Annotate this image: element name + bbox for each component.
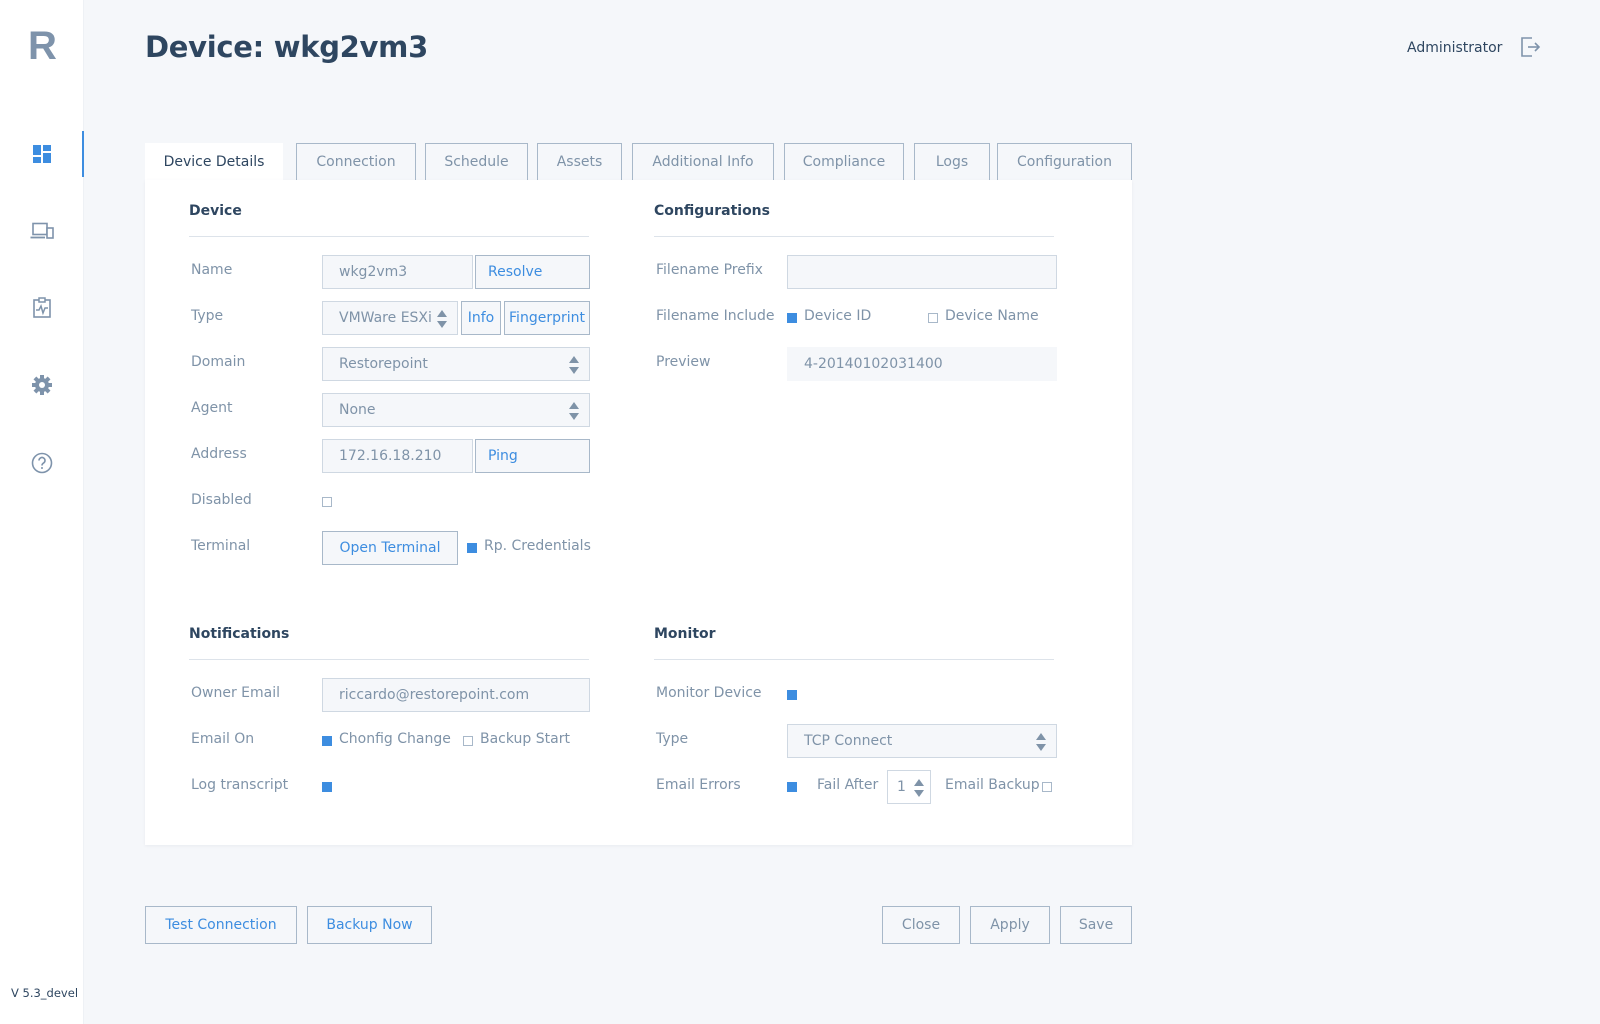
agent-select-value: None — [339, 402, 376, 418]
fail-after-value: 1 — [897, 779, 906, 795]
name-input[interactable] — [322, 255, 473, 289]
user-name[interactable]: Administrator — [1407, 40, 1502, 56]
monitor-type-select-value: TCP Connect — [804, 733, 893, 749]
email-on-label: Email On — [191, 731, 255, 747]
resolve-button[interactable]: Resolve — [475, 255, 590, 289]
tab-logs[interactable]: Logs — [914, 143, 990, 181]
monitor-type-label: Type — [656, 731, 689, 747]
device-name-label: Device Name — [945, 308, 1039, 324]
email-errors-label: Email Errors — [656, 777, 741, 793]
info-button[interactable]: Info — [461, 301, 501, 335]
preview-value: 4-20140102031400 — [787, 347, 1057, 381]
close-button[interactable]: Close — [882, 906, 960, 944]
agent-select[interactable]: None — [322, 393, 590, 427]
version-label: V 5.3_devel — [11, 986, 79, 1000]
select-arrows-icon — [437, 310, 447, 328]
type-select-value: VMWare ESXi — [339, 310, 432, 326]
monitor-section-title: Monitor — [654, 626, 716, 642]
fail-after-stepper[interactable]: 1 — [887, 770, 931, 804]
log-transcript-checkbox[interactable] — [322, 782, 332, 792]
sidebar-item-dashboard[interactable] — [0, 131, 84, 177]
monitor-device-checkbox[interactable] — [787, 690, 797, 700]
app-logo: R — [28, 24, 57, 68]
help-icon — [31, 452, 53, 474]
device-name-checkbox[interactable] — [928, 313, 938, 323]
address-label: Address — [191, 446, 247, 462]
tab-connection[interactable]: Connection — [296, 143, 416, 181]
sidebar: R V 5.3_devel — [0, 0, 84, 1024]
name-label: Name — [191, 262, 233, 278]
device-section-title: Device — [189, 203, 242, 219]
gear-icon — [31, 374, 53, 396]
terminal-label: Terminal — [191, 538, 251, 554]
filename-include-label: Filename Include — [656, 308, 775, 324]
reports-icon — [32, 297, 52, 319]
ping-button[interactable]: Ping — [475, 439, 590, 473]
config-change-label: Chonfig Change — [339, 731, 451, 747]
device-details-panel: Device Name Resolve Type VMWare ESXi Inf… — [145, 180, 1132, 845]
tab-device-details[interactable]: Device Details — [145, 143, 283, 181]
logout-icon[interactable] — [1520, 36, 1542, 62]
fail-after-label: Fail After — [817, 777, 879, 793]
rp-credentials-label: Rp. Credentials — [484, 538, 591, 554]
owner-email-label: Owner Email — [191, 685, 281, 701]
tab-assets[interactable]: Assets — [537, 143, 622, 181]
disabled-label: Disabled — [191, 492, 252, 508]
configurations-divider — [654, 236, 1054, 237]
notifications-section-title: Notifications — [189, 626, 290, 642]
tab-schedule[interactable]: Schedule — [425, 143, 528, 181]
open-terminal-button[interactable]: Open Terminal — [322, 531, 458, 565]
apply-button[interactable]: Apply — [970, 906, 1050, 944]
monitor-type-select[interactable]: TCP Connect — [787, 724, 1057, 758]
fingerprint-button[interactable]: Fingerprint — [504, 301, 590, 335]
backup-start-checkbox[interactable] — [463, 736, 473, 746]
tab-compliance[interactable]: Compliance — [784, 143, 904, 181]
config-change-checkbox[interactable] — [322, 736, 332, 746]
sidebar-item-reports[interactable] — [0, 285, 84, 331]
domain-select[interactable]: Restorepoint — [322, 347, 590, 381]
select-arrows-icon — [569, 402, 579, 420]
monitor-divider — [654, 659, 1054, 660]
save-button[interactable]: Save — [1060, 906, 1132, 944]
device-divider — [189, 236, 589, 237]
email-backup-label: Email Backup — [945, 777, 1040, 793]
device-id-checkbox[interactable] — [787, 313, 797, 323]
devices-icon — [30, 222, 54, 240]
type-select[interactable]: VMWare ESXi — [322, 301, 458, 335]
log-transcript-label: Log transcript — [191, 777, 289, 793]
monitor-device-label: Monitor Device — [656, 685, 762, 701]
domain-label: Domain — [191, 354, 246, 370]
filename-prefix-label: Filename Prefix — [656, 262, 763, 278]
address-input[interactable] — [322, 439, 473, 473]
test-connection-button[interactable]: Test Connection — [145, 906, 297, 944]
notifications-divider — [189, 659, 589, 660]
device-id-label: Device ID — [804, 308, 872, 324]
stepper-arrows-icon — [914, 779, 924, 797]
sidebar-item-help[interactable] — [0, 440, 84, 486]
sidebar-item-settings[interactable] — [0, 362, 84, 408]
dashboard-icon — [32, 144, 52, 164]
disabled-checkbox[interactable] — [322, 497, 332, 507]
configurations-section-title: Configurations — [654, 203, 770, 219]
owner-email-input[interactable] — [322, 678, 590, 712]
agent-label: Agent — [191, 400, 233, 416]
select-arrows-icon — [1036, 733, 1046, 751]
filename-prefix-input[interactable] — [787, 255, 1057, 289]
sidebar-item-devices[interactable] — [0, 208, 84, 254]
tab-additional-info[interactable]: Additional Info — [632, 143, 774, 181]
backup-start-label: Backup Start — [480, 731, 570, 747]
select-arrows-icon — [569, 356, 579, 374]
tab-configuration[interactable]: Configuration — [997, 143, 1132, 181]
backup-now-button[interactable]: Backup Now — [307, 906, 432, 944]
domain-select-value: Restorepoint — [339, 356, 428, 372]
email-errors-checkbox[interactable] — [787, 782, 797, 792]
type-label: Type — [191, 308, 224, 324]
email-backup-checkbox[interactable] — [1042, 782, 1052, 792]
preview-label: Preview — [656, 354, 711, 370]
page-title: Device: wkg2vm3 — [145, 30, 428, 64]
rp-credentials-checkbox[interactable] — [467, 543, 477, 553]
